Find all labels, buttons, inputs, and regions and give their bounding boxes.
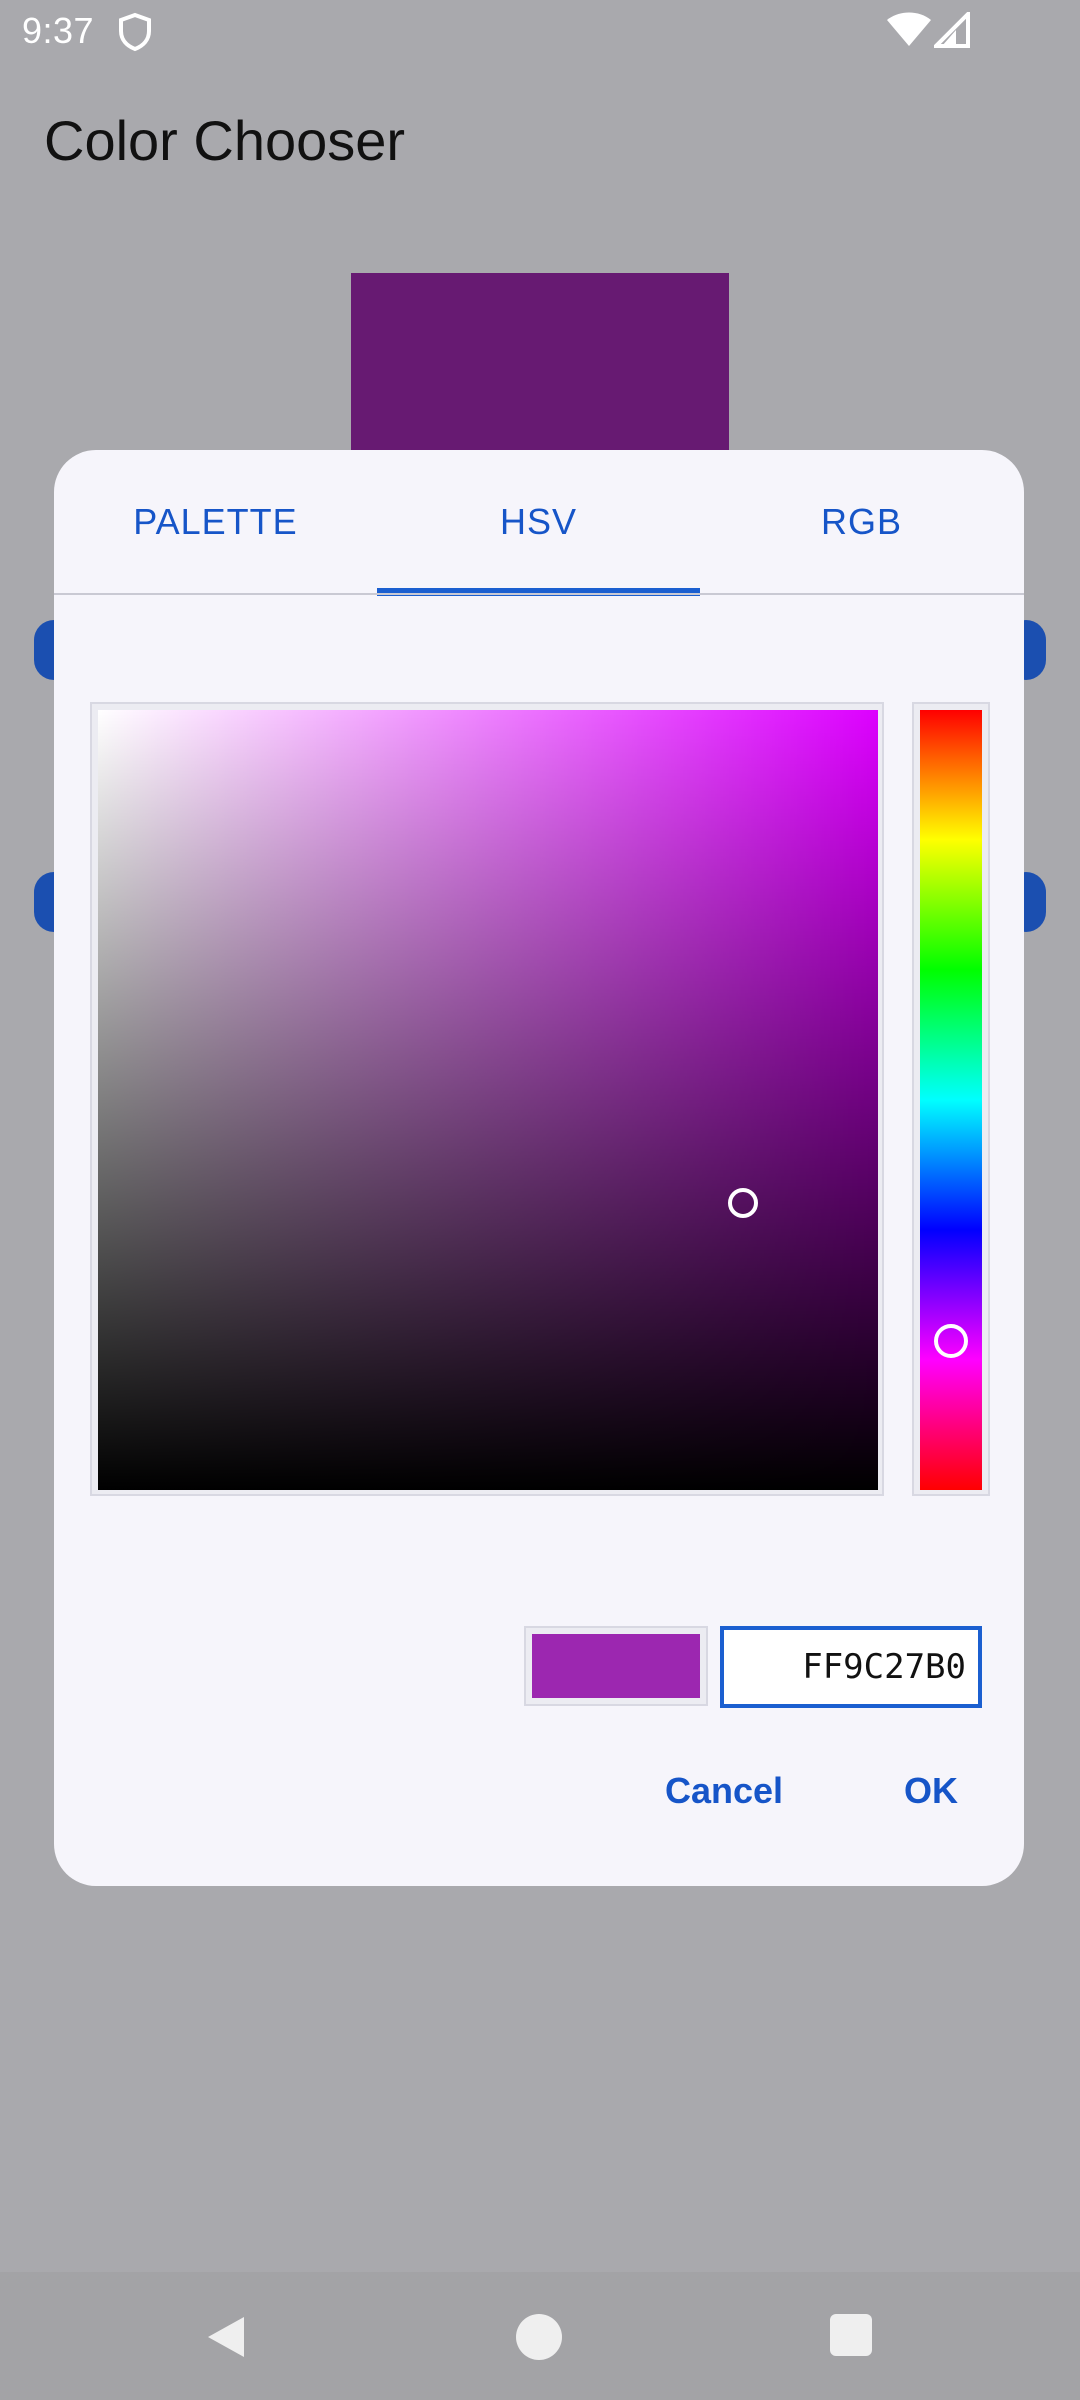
selected-color-preview[interactable] [351, 273, 729, 457]
saturation-value-picker[interactable] [90, 702, 884, 1496]
shield-icon [119, 12, 151, 52]
hue-slider[interactable] [912, 702, 990, 1496]
saturation-value-area[interactable] [98, 710, 878, 1490]
recents-icon[interactable] [830, 2314, 872, 2356]
back-icon[interactable] [204, 2314, 248, 2360]
app-title: Color Chooser [44, 109, 406, 172]
hue-gradient[interactable] [920, 710, 982, 1490]
tab-hsv[interactable]: HSV [377, 450, 700, 594]
hex-color-input[interactable] [720, 1626, 982, 1708]
new-color-swatch-frame [524, 1626, 708, 1706]
cancel-button[interactable]: Cancel [665, 1770, 783, 1812]
ok-button[interactable]: OK [904, 1770, 958, 1812]
tab-bar: PALETTE HSV RGB [54, 450, 1024, 596]
status-time: 9:37 [22, 10, 95, 51]
tab-divider [54, 593, 1024, 595]
new-color-swatch [532, 1634, 700, 1698]
tab-palette[interactable]: PALETTE [54, 450, 377, 594]
status-bar: 9:37 [0, 0, 1080, 66]
color-picker-dialog: PALETTE HSV RGB Cancel OK [54, 450, 1024, 1886]
tab-rgb[interactable]: RGB [700, 450, 1023, 594]
home-icon[interactable] [516, 2314, 562, 2360]
wifi-icon [887, 12, 931, 46]
cell-signal-icon [934, 12, 970, 48]
hue-handle[interactable] [934, 1324, 968, 1358]
saturation-value-handle[interactable] [728, 1188, 758, 1218]
